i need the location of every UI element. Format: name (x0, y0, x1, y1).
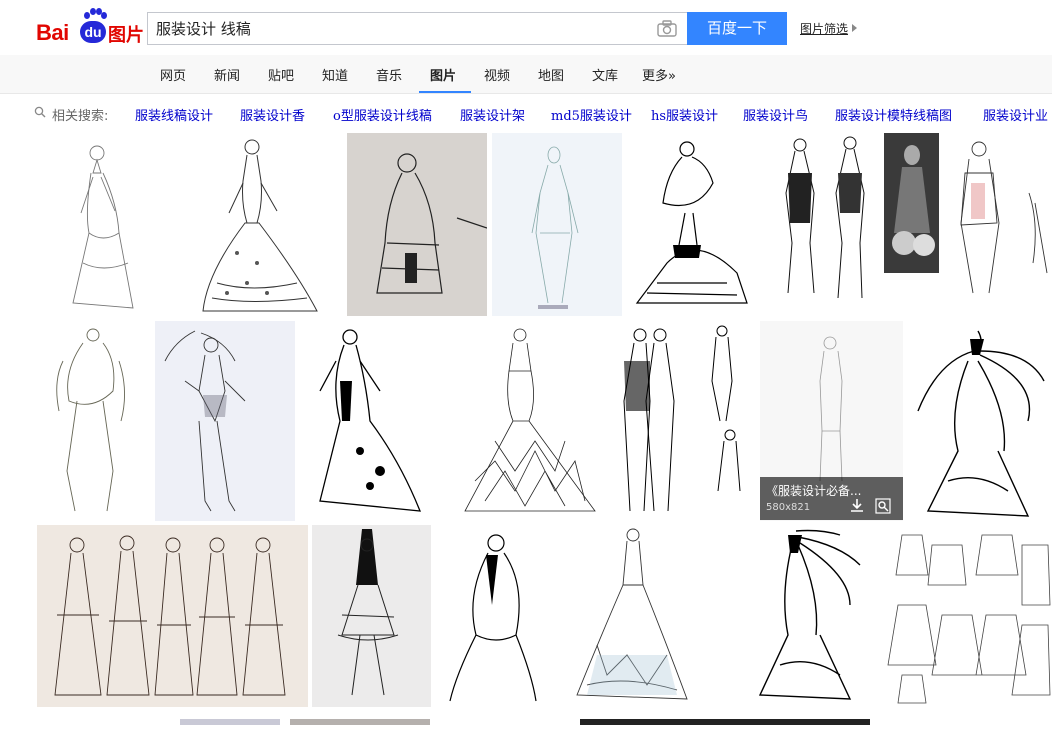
related-link[interactable]: 服装设计架 (460, 105, 525, 124)
image-result[interactable] (762, 133, 880, 316)
zoom-icon[interactable] (875, 498, 891, 514)
related-label: 相关搜索: (52, 109, 109, 124)
image-result[interactable] (33, 321, 153, 521)
related-link[interactable]: md5服装设计 (551, 105, 632, 124)
tab-news[interactable]: 新闻 (214, 65, 240, 84)
image-result[interactable] (492, 133, 622, 316)
tab-map[interactable]: 地图 (538, 65, 564, 84)
hover-card-title: 《服装设计必备... (766, 484, 862, 498)
tab-wenku[interactable]: 文库 (592, 65, 618, 84)
related-link[interactable]: 服装线稿设计 (135, 105, 213, 124)
image-result[interactable] (347, 133, 487, 316)
image-result[interactable] (436, 525, 564, 707)
image-result[interactable] (627, 133, 757, 316)
image-result[interactable] (740, 525, 873, 707)
image-result[interactable] (300, 321, 450, 521)
tab-zhidao[interactable]: 知道 (322, 65, 348, 84)
tab-web[interactable]: 网页 (160, 65, 186, 84)
image-result[interactable] (167, 133, 337, 316)
image-result[interactable] (939, 133, 1052, 316)
triangle-right-icon (852, 24, 858, 32)
related-link[interactable]: 服装设计模特线稿图 (835, 105, 952, 124)
image-result[interactable] (908, 321, 1052, 521)
search-icon (34, 106, 46, 118)
image-result[interactable] (455, 321, 605, 521)
logo-tu: 图片 (108, 25, 144, 46)
paw-icon (84, 8, 107, 22)
search-button[interactable]: 百度一下 (687, 12, 787, 45)
logo-bai: Bai (36, 20, 69, 45)
tab-video[interactable]: 视频 (484, 65, 510, 84)
related-link[interactable]: hs服装设计 (651, 105, 718, 124)
active-tab-indicator (419, 91, 471, 93)
image-result[interactable] (882, 525, 1052, 707)
related-searches: 相关搜索: 服装线稿设计 服装设计香 o型服装设计线稿 服装设计架 md5服装设… (0, 100, 1052, 126)
search-box (147, 12, 687, 45)
nav-tabs: 网页 新闻 贴吧 知道 音乐 图片 视频 地图 文库 更多» (0, 55, 1052, 94)
hover-card-size: 580x821 (766, 502, 811, 513)
hover-card[interactable]: 《服装设计必备... 580x821 (760, 477, 903, 520)
related-link[interactable]: 服装设计鸟 (743, 105, 808, 124)
image-result[interactable] (610, 321, 755, 521)
header: Bai du 图片 百度一下 图片筛选 (0, 0, 1052, 55)
image-result[interactable] (33, 133, 167, 316)
image-result[interactable] (884, 133, 939, 273)
search-input[interactable] (148, 13, 656, 44)
image-filter-label: 图片筛选 (800, 22, 849, 36)
tab-tieba[interactable]: 贴吧 (268, 65, 294, 84)
related-link[interactable]: 服装设计业 (983, 105, 1048, 124)
camera-icon[interactable] (657, 20, 677, 37)
download-icon[interactable] (849, 498, 865, 514)
image-result[interactable] (37, 525, 308, 707)
baidu-logo[interactable]: Bai du 图片 (36, 8, 146, 48)
image-filter-link[interactable]: 图片筛选 (800, 20, 858, 37)
image-result[interactable] (567, 525, 702, 707)
tab-images[interactable]: 图片 (430, 65, 456, 84)
image-result[interactable] (312, 525, 431, 707)
tab-music[interactable]: 音乐 (376, 65, 402, 84)
related-link[interactable]: 服装设计香 (240, 105, 305, 124)
tab-more[interactable]: 更多» (642, 65, 676, 84)
next-row-preview (0, 710, 1052, 725)
logo-du: du (80, 21, 106, 43)
image-result[interactable] (155, 321, 295, 521)
related-link[interactable]: o型服装设计线稿 (333, 105, 432, 124)
